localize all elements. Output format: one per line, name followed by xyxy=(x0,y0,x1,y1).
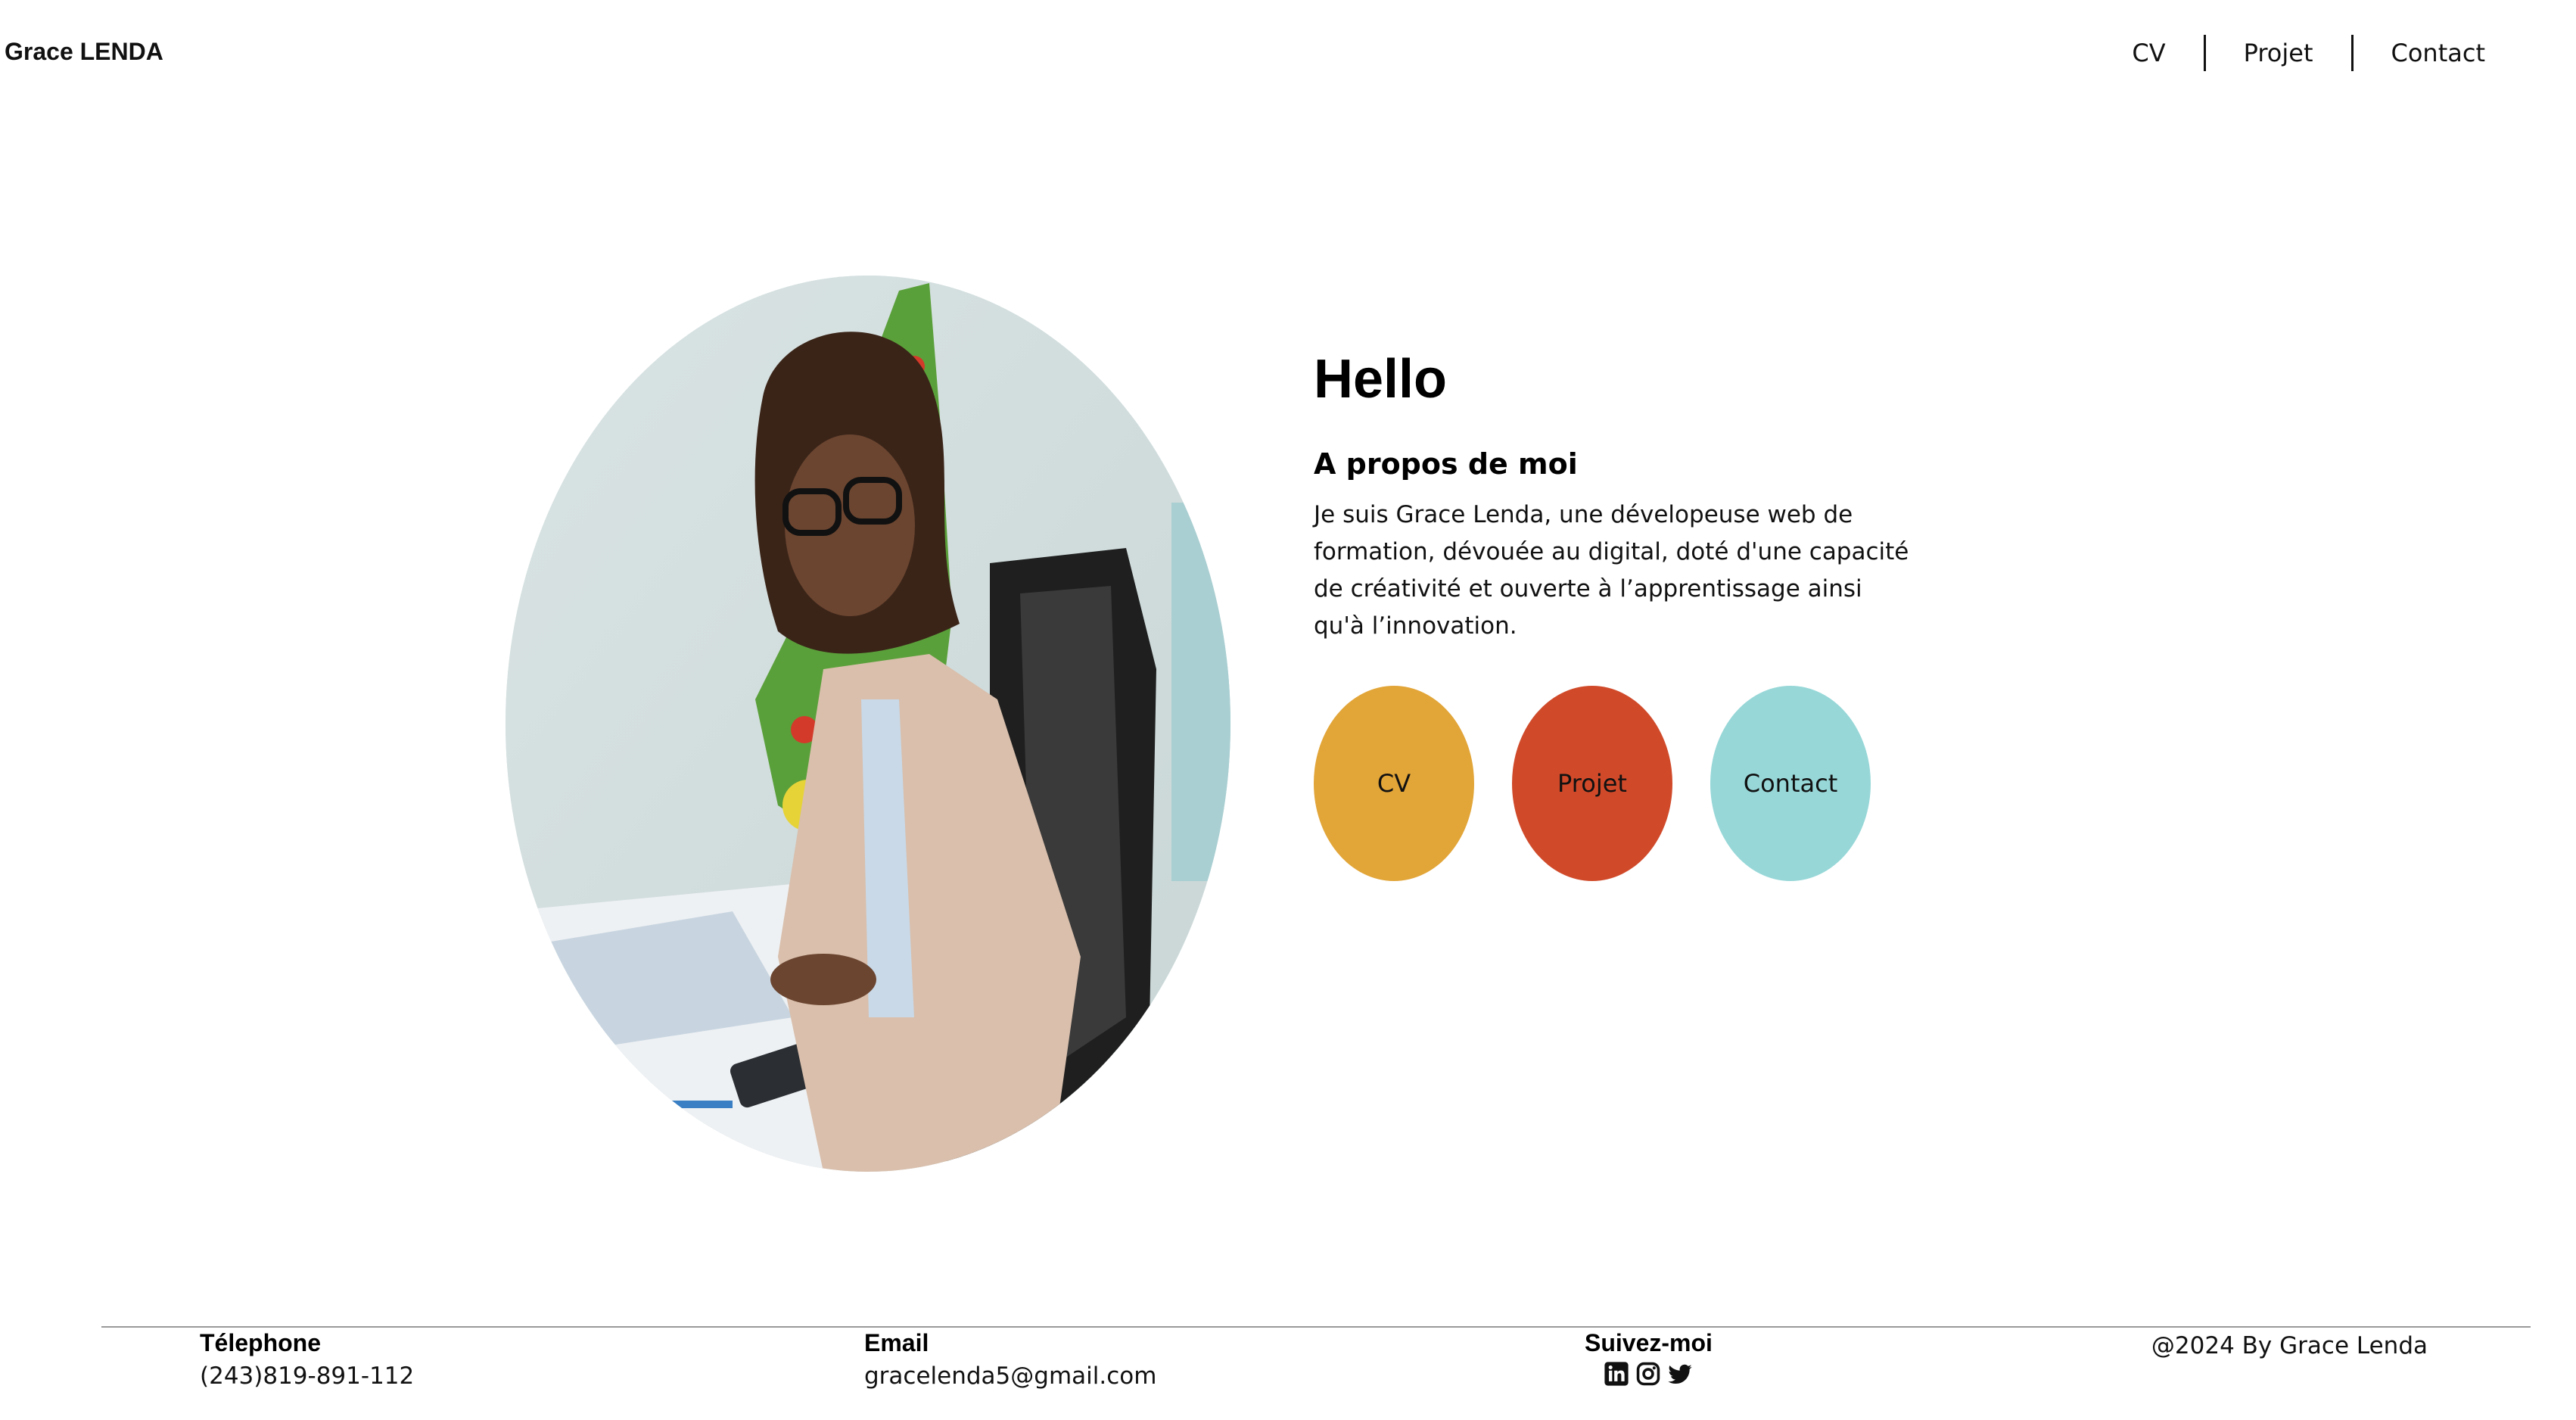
twitter-icon[interactable] xyxy=(1667,1361,1693,1387)
footer-phone: Télephone (243)819-891-112 xyxy=(200,1326,414,1393)
about-text: Je suis Grace Lenda, une dévelopeuse web… xyxy=(1314,501,1909,640)
about-title: A propos de moi xyxy=(1314,447,1578,481)
profile-photo xyxy=(506,276,1230,1172)
cv-button[interactable]: CV xyxy=(1314,686,1474,881)
footer-divider xyxy=(101,1326,2531,1328)
social-icons xyxy=(1585,1361,1713,1387)
instagram-icon[interactable] xyxy=(1635,1361,1661,1387)
nav-projet[interactable]: Projet xyxy=(2206,35,2351,71)
page: Grace LENDA CV Projet Contact Hello A pr… xyxy=(0,0,2576,1420)
phone-label: Télephone xyxy=(200,1329,322,1356)
contact-button[interactable]: Contact xyxy=(1710,686,1871,881)
nav-cv[interactable]: CV xyxy=(2132,35,2203,71)
intro-section: Hello A propos de moi Je suis Grace Lend… xyxy=(1314,345,1919,645)
copyright: @2024 By Grace Lenda xyxy=(2151,1332,2428,1359)
brand-name[interactable]: Grace LENDA xyxy=(5,38,163,66)
nav-contact[interactable]: Contact xyxy=(2354,35,2486,71)
email-value[interactable]: gracelenda5@gmail.com xyxy=(864,1359,1156,1393)
circle-button-group: CV Projet Contact xyxy=(1314,686,1871,881)
footer-social: Suivez-moi xyxy=(1585,1326,1713,1387)
projet-button[interactable]: Projet xyxy=(1512,686,1672,881)
greeting-heading: Hello xyxy=(1314,349,1448,409)
footer-email: Email gracelenda5@gmail.com xyxy=(864,1326,1156,1393)
email-label: Email xyxy=(864,1329,929,1356)
phone-value[interactable]: (243)819-891-112 xyxy=(200,1359,414,1393)
linkedin-icon[interactable] xyxy=(1604,1361,1629,1387)
top-nav: CV Projet Contact xyxy=(2132,35,2485,71)
social-label: Suivez-moi xyxy=(1585,1329,1713,1356)
